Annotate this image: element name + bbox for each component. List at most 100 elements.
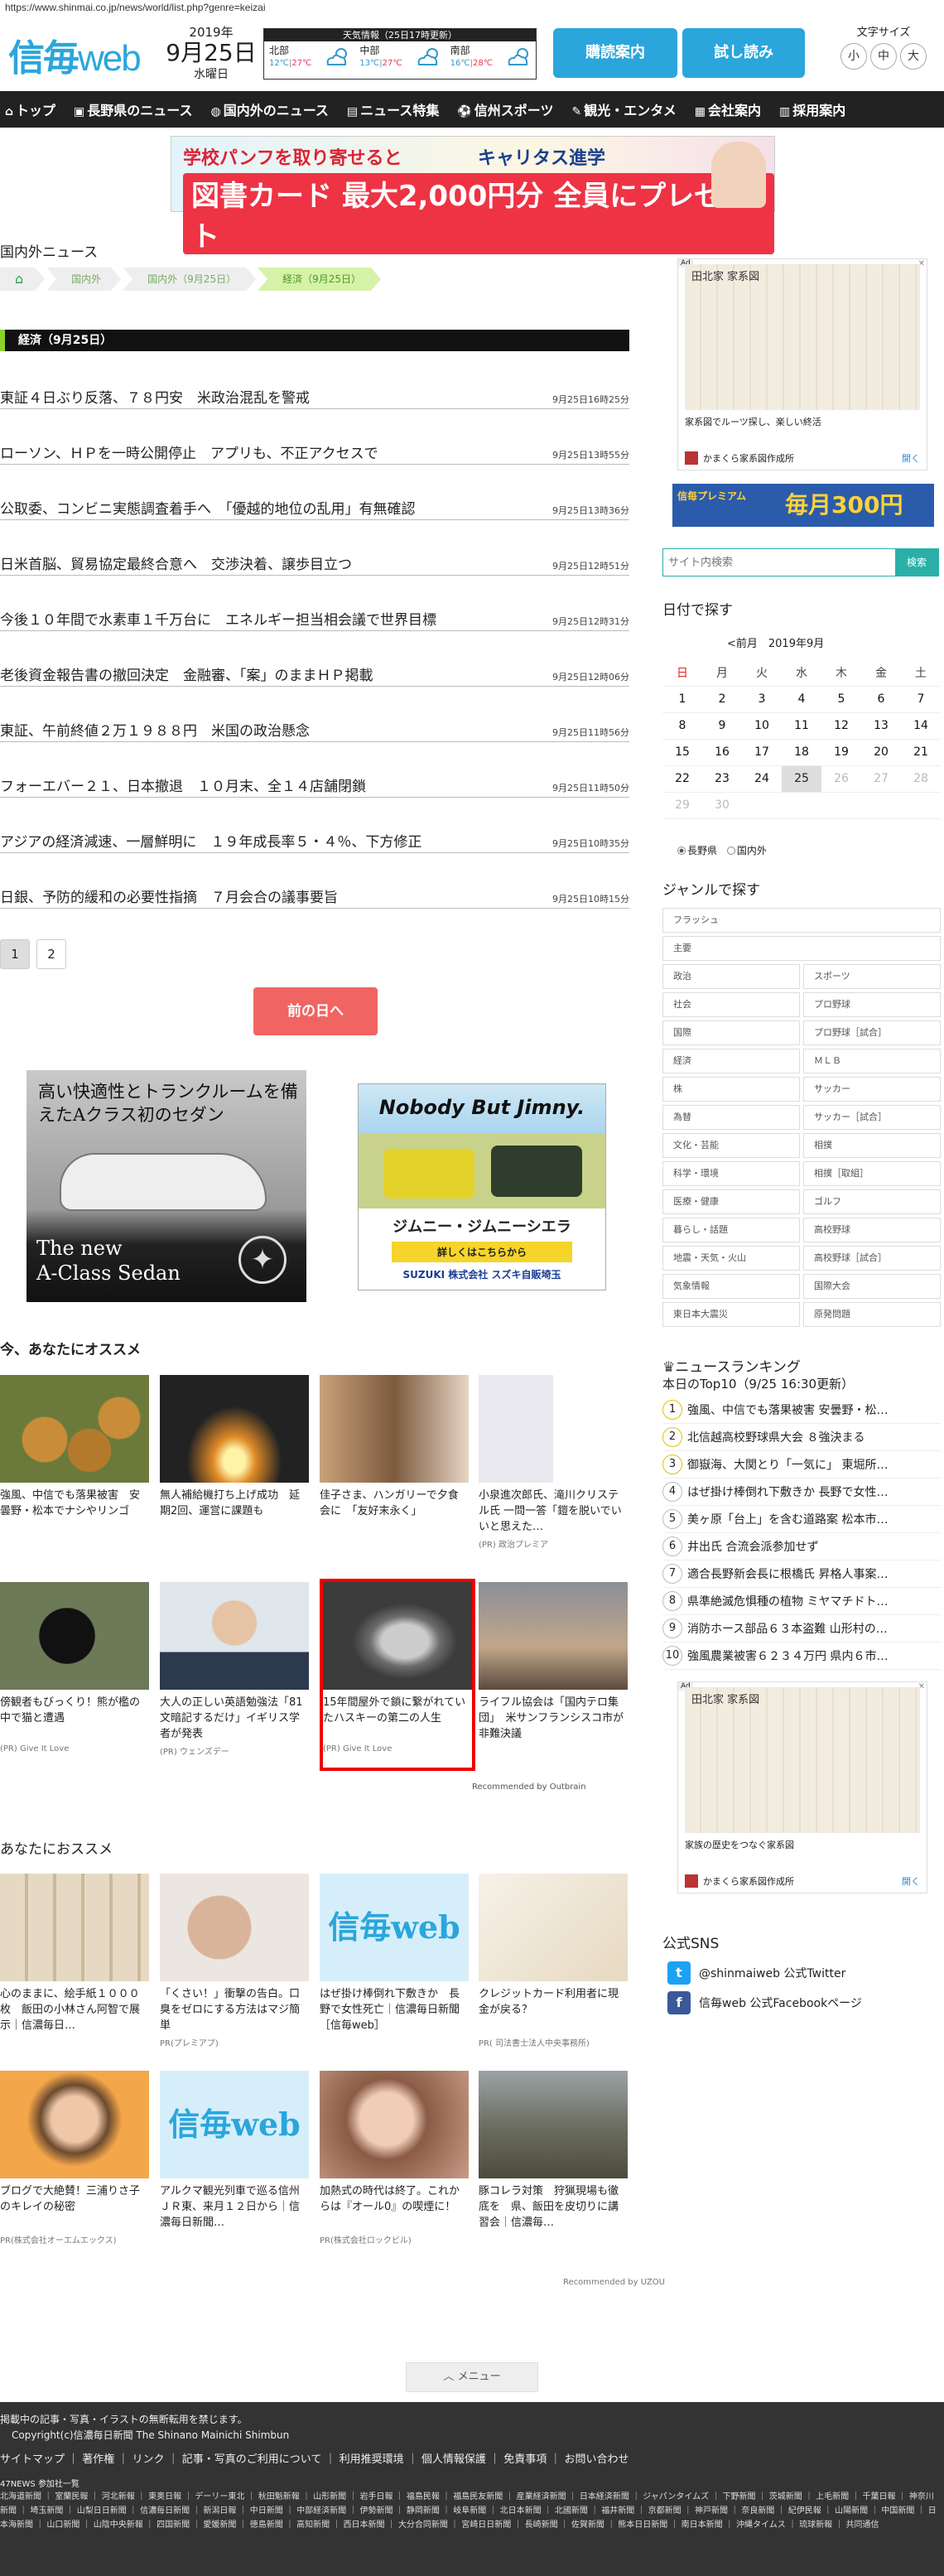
- uzou-credit[interactable]: Recommended by UZOU: [563, 2278, 665, 2287]
- ranking-item[interactable]: 2 北信越高校野球県大会 ８強決まる: [662, 1424, 941, 1451]
- genre-item[interactable]: 科学・環境: [662, 1161, 800, 1186]
- sidebar-ad-family-tree-2[interactable]: Ad ✕ 田北家 家系図 家族の歴史をつなぐ家系図 かまくら家系図作成所 開く: [677, 1681, 927, 1893]
- recommend-card[interactable]: 加熱式の時代は終了。これからは『オール0』の喫煙に！ PR(株式会社ロックビル): [320, 2071, 469, 2246]
- genre-item[interactable]: プロ野球［試合］: [803, 1020, 941, 1045]
- ranking-item[interactable]: 1 強風、中信でも落果被害 安曇野・松…: [662, 1397, 941, 1424]
- recommend-card[interactable]: 信毎web はぜ掛け棒倒れ下敷きか 長野で女性死亡｜信濃毎日新聞［信毎web］: [320, 1874, 469, 2034]
- cal-day[interactable]: 5: [821, 686, 861, 713]
- cal-day[interactable]: 21: [901, 739, 941, 766]
- news-item[interactable]: アジアの経済減速、一層鮮明に １９年成長率５・４％、下方修正 9月25日10時35…: [0, 798, 629, 853]
- sidebar-ad-family-tree[interactable]: Ad ✕ 田北家 家系図 家系図でルーツ探し、楽しい終活 かまくら家系図作成所 開く: [677, 258, 927, 470]
- recommend-card[interactable]: 豚コレラ対策 狩猟現場も徹底を 県、飯田を皮切りに講習会｜信濃毎…: [479, 2071, 628, 2231]
- nav-top[interactable]: ⌂ トップ: [5, 99, 55, 119]
- radio-international[interactable]: 国内外: [726, 845, 767, 856]
- news-title[interactable]: フォーエバー２１、日本撤退 １０月末、全１４店舗閉鎖: [0, 774, 366, 795]
- nav-recruit[interactable]: ▥ 採用案内: [779, 99, 845, 119]
- cal-day[interactable]: 9: [702, 712, 742, 740]
- genre-item[interactable]: 社会: [662, 992, 800, 1017]
- cal-day[interactable]: 19: [821, 739, 861, 766]
- nav-entertainment[interactable]: ✎ 観光・エンタメ: [571, 99, 676, 119]
- recommend-card[interactable]: 信毎web アルクマ観光列車で巡る信州 ＪＲ東、来月１２日から｜信濃毎日新聞…: [160, 2071, 309, 2231]
- genre-item[interactable]: 為替: [662, 1105, 800, 1130]
- news-item[interactable]: 東証、午前終値２万１９８８円 米国の政治懸念 9月25日11時56分: [0, 687, 629, 742]
- genre-item[interactable]: 相撲［取組］: [803, 1161, 941, 1186]
- cal-day[interactable]: 14: [901, 712, 941, 740]
- genre-item[interactable]: 高校野球: [803, 1218, 941, 1242]
- news-title[interactable]: アジアの経済減速、一層鮮明に １９年成長率５・４％、下方修正: [0, 830, 421, 851]
- recommend-card[interactable]: 佳子さま、ハンガリーで夕食会に 「友好末永く」: [320, 1375, 469, 1536]
- recommend-card[interactable]: 心のままに、絵手紙１０００枚 飯田の小林さん阿智で展示｜信濃毎日…: [0, 1874, 149, 2034]
- ad-detail-link[interactable]: 詳しくはこちらから: [392, 1242, 572, 1262]
- page-2-button[interactable]: 2: [36, 939, 66, 969]
- news-item[interactable]: ローソン、ＨＰを一時公開停止 アプリも、不正アクセスで 9月25日13時55分: [0, 410, 629, 465]
- recommend-card[interactable]: クレジットカード利用者に現金が戻る？ PR( 司法書士法人中央事務所): [479, 1874, 628, 2048]
- recommend-card[interactable]: 強風、中信でも落果被害 安曇野・松本でナシやリンゴ: [0, 1375, 149, 1536]
- radio-nagano[interactable]: 長野県: [677, 845, 717, 856]
- news-title[interactable]: 東証４日ぶり反落、７８円安 米政治混乱を警戒: [0, 386, 310, 407]
- news-item[interactable]: 東証４日ぶり反落、７８円安 米政治混乱を警戒 9月25日16時25分: [0, 355, 629, 409]
- news-item[interactable]: フォーエバー２１、日本撤退 １０月末、全１４店舗閉鎖 9月25日11時50分: [0, 743, 629, 798]
- cal-day[interactable]: 22: [662, 765, 702, 793]
- news-title[interactable]: 老後資金報告書の撤回決定 金融審、「案」のままＨＰ掲載: [0, 663, 373, 684]
- genre-item[interactable]: 相撲: [803, 1133, 941, 1158]
- breadcrumb-current[interactable]: 経済（9月25日）: [258, 268, 381, 291]
- twitter-link[interactable]: t @shinmaiweb 公式Twitter: [667, 1961, 845, 1985]
- font-size-medium-button[interactable]: 中: [870, 43, 897, 70]
- genre-item[interactable]: 主要: [662, 936, 941, 961]
- search-button[interactable]: 検索: [895, 549, 938, 576]
- cal-day[interactable]: 13: [861, 712, 901, 740]
- genre-item[interactable]: 東日本大震災: [662, 1302, 800, 1327]
- cal-day[interactable]: 11: [782, 712, 821, 740]
- weather-box[interactable]: 天気情報（25日17時更新） 北部 12℃|27℃ 中部 13℃|27℃ 南部 …: [263, 28, 537, 80]
- cal-day[interactable]: 2: [702, 686, 742, 713]
- ad-open-link[interactable]: 開く: [902, 1874, 920, 1888]
- genre-item[interactable]: ＭＬＢ: [803, 1049, 941, 1073]
- ranking-item[interactable]: 9 消防ホース部品６３本盗難 山形村の…: [662, 1615, 941, 1643]
- cal-day[interactable]: 12: [821, 712, 861, 740]
- cal-day[interactable]: 23: [702, 765, 742, 793]
- genre-item[interactable]: 経済: [662, 1049, 800, 1073]
- news-title[interactable]: 東証、午前終値２万１９８８円 米国の政治懸念: [0, 719, 310, 740]
- nav-nagano[interactable]: ▣ 長野県のニュース: [74, 99, 192, 119]
- breadcrumb-item[interactable]: 国内外（9月25日）: [123, 268, 256, 291]
- nav-company[interactable]: ▦ 会社案内: [695, 99, 761, 119]
- menu-toggle-button[interactable]: ︿ メニュー: [406, 2362, 538, 2392]
- genre-item[interactable]: 気象情報: [662, 1274, 800, 1299]
- previous-day-button[interactable]: 前の日へ: [253, 987, 378, 1035]
- news-title[interactable]: 公取委、コンビニ実態調査着手へ 「優越的地位の乱用」有無確認: [0, 497, 416, 518]
- ranking-item[interactable]: 4 はぜ掛け棒倒れ下敷きか 長野で女性…: [662, 1479, 941, 1506]
- genre-item[interactable]: サッカー［試合］: [803, 1105, 941, 1130]
- cal-day[interactable]: 8: [662, 712, 702, 740]
- news-title[interactable]: 今後１０年間で水素車１千万台に エネルギー担当相会議で世界目標: [0, 608, 436, 629]
- recommend-card[interactable]: 大人の正しい英語勉強法「81文暗記するだけ」イギリス学者が発表 (PR) ウェンズ…: [160, 1582, 309, 1757]
- news-title[interactable]: 日米首脳、貿易協定最終合意へ 交渉決着、譲歩目立つ: [0, 552, 352, 573]
- subscription-button[interactable]: 購読案内: [553, 28, 677, 78]
- cal-day[interactable]: 4: [782, 686, 821, 713]
- premium-banner[interactable]: 信毎プレミアム 毎月300円: [672, 484, 934, 527]
- nav-features[interactable]: ▤ ニュース特集: [347, 99, 439, 119]
- news-item[interactable]: 日銀、予防的緩和の必要性指摘 ７月会合の議事要旨 9月25日10時15分: [0, 854, 629, 909]
- outbrain-credit[interactable]: Recommended by Outbrain: [472, 1782, 586, 1792]
- ranking-item[interactable]: 8 県準絶滅危惧種の植物 ミヤマチドト…: [662, 1588, 941, 1615]
- breadcrumb-item[interactable]: 国内外: [46, 268, 121, 291]
- genre-item[interactable]: スポーツ: [803, 964, 941, 989]
- genre-item[interactable]: フラッシュ: [662, 908, 941, 933]
- mercedes-ad[interactable]: 高い快適性とトランクルームを備えたAクラス初のセダン The new A-Clas…: [26, 1070, 306, 1302]
- cal-day[interactable]: 3: [742, 686, 782, 713]
- font-size-small-button[interactable]: 小: [840, 43, 867, 70]
- cal-day[interactable]: 20: [861, 739, 901, 766]
- genre-item[interactable]: プロ野球: [803, 992, 941, 1017]
- cal-day[interactable]: 18: [782, 739, 821, 766]
- genre-item[interactable]: ゴルフ: [803, 1189, 941, 1214]
- news-title[interactable]: 日銀、予防的緩和の必要性指摘 ７月会合の議事要旨: [0, 885, 338, 906]
- genre-item[interactable]: サッカー: [803, 1077, 941, 1102]
- recommend-card[interactable]: 「くさい！」衝撃の告白。口臭をゼロにする方法はマジ簡単 PR(プレミアプ): [160, 1874, 309, 2048]
- news-title[interactable]: ローソン、ＨＰを一時公開停止 アプリも、不正アクセスで: [0, 441, 378, 462]
- cal-day[interactable]: 7: [901, 686, 941, 713]
- news-item[interactable]: 公取委、コンビニ実態調査着手へ 「優越的地位の乱用」有無確認 9月25日13時36…: [0, 466, 629, 520]
- ranking-item[interactable]: 5 美ヶ原「台上」を含む道路案 松本市…: [662, 1506, 941, 1533]
- ranking-item[interactable]: 7 適合長野新会長に根橋氏 昇格人事案…: [662, 1561, 941, 1588]
- recommend-card-highlighted[interactable]: 15年間屋外で鎖に繋がれていたハスキーの第二の人生 (PR) Give It Lo…: [320, 1579, 475, 1771]
- recommend-card[interactable]: 傍観者もびっくり！熊が檻の中で猫と遭遇 (PR) Give It Love: [0, 1582, 149, 1754]
- recommend-card[interactable]: 小泉進次郎氏、滝川クリステル氏 一問一答「鎧を脱いでいいと思えた… (PR) 政治…: [479, 1375, 628, 1550]
